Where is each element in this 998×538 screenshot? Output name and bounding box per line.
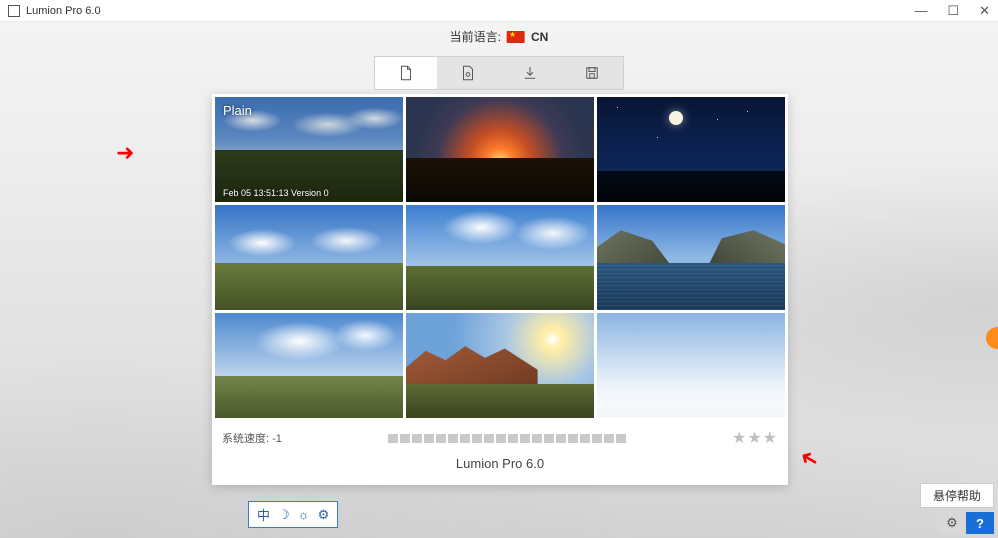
flag-cn-icon xyxy=(507,31,525,43)
theme-settings-button[interactable]: ⚙ xyxy=(318,507,330,523)
window-title: Lumion Pro 6.0 xyxy=(26,5,101,17)
bottom-right-controls: ⚙ ? xyxy=(938,512,994,534)
language-code: CN xyxy=(531,30,548,44)
scene-label: Plain xyxy=(223,103,252,118)
theme-day-button[interactable]: ☼ xyxy=(298,507,310,522)
scene-picker-card: Plain Feb 05 13:51:13 Version 0 xyxy=(212,94,788,485)
minimize-button[interactable]: — xyxy=(914,4,927,17)
title-bar: Lumion Pro 6.0 — ☐ ✕ xyxy=(0,0,998,22)
tab-save[interactable] xyxy=(561,57,623,89)
help-button[interactable]: ? xyxy=(966,512,994,534)
scene-thumb-grass-clear[interactable] xyxy=(215,205,403,310)
language-label: 当前语言: xyxy=(450,28,501,45)
download-icon xyxy=(521,64,539,82)
theme-night-button[interactable]: ☽ xyxy=(278,507,290,523)
scene-meta: Feb 05 13:51:13 Version 0 xyxy=(223,188,329,198)
product-name: Lumion Pro 6.0 xyxy=(212,456,788,471)
language-indicator[interactable]: 当前语言: CN xyxy=(450,28,549,45)
moon-icon xyxy=(669,111,683,125)
settings-button[interactable]: ⚙ xyxy=(938,512,966,534)
close-button[interactable]: ✕ xyxy=(979,4,990,17)
scene-thumb-night[interactable] xyxy=(597,97,785,202)
theme-toolbar: 中 ☽ ☼ ⚙ xyxy=(248,501,338,528)
app-icon xyxy=(8,5,20,17)
hover-help-tooltip: 悬停帮助 xyxy=(920,483,994,508)
scene-grid: Plain Feb 05 13:51:13 Version 0 xyxy=(212,94,788,418)
speed-meter xyxy=(388,434,626,443)
open-doc-icon xyxy=(459,64,477,82)
scene-thumb-lake-mountains[interactable] xyxy=(597,205,785,310)
scene-thumb-big-cloud[interactable] xyxy=(215,313,403,418)
maximize-button[interactable]: ☐ xyxy=(947,4,959,17)
scene-thumb-grass-clouds[interactable] xyxy=(406,205,594,310)
save-icon xyxy=(583,64,601,82)
theme-lang-button[interactable]: 中 xyxy=(257,505,270,524)
tab-strip xyxy=(374,56,624,90)
scene-thumb-canyon[interactable] xyxy=(406,313,594,418)
tab-open[interactable] xyxy=(437,57,499,89)
system-speed-label: 系统速度: -1 xyxy=(222,430,282,446)
annotation-arrow-left: ➜ xyxy=(116,140,134,166)
new-doc-icon xyxy=(397,64,415,82)
tab-new[interactable] xyxy=(375,57,437,89)
scene-thumb-empty[interactable] xyxy=(597,313,785,418)
rating-stars: ★★★ xyxy=(732,428,778,448)
card-footer: 系统速度: -1 ★★★ xyxy=(212,418,788,448)
scene-thumb-sunset[interactable] xyxy=(406,97,594,202)
tab-import[interactable] xyxy=(499,57,561,89)
scene-thumb-plain[interactable]: Plain Feb 05 13:51:13 Version 0 xyxy=(215,97,403,202)
window-controls: — ☐ ✕ xyxy=(914,4,990,17)
